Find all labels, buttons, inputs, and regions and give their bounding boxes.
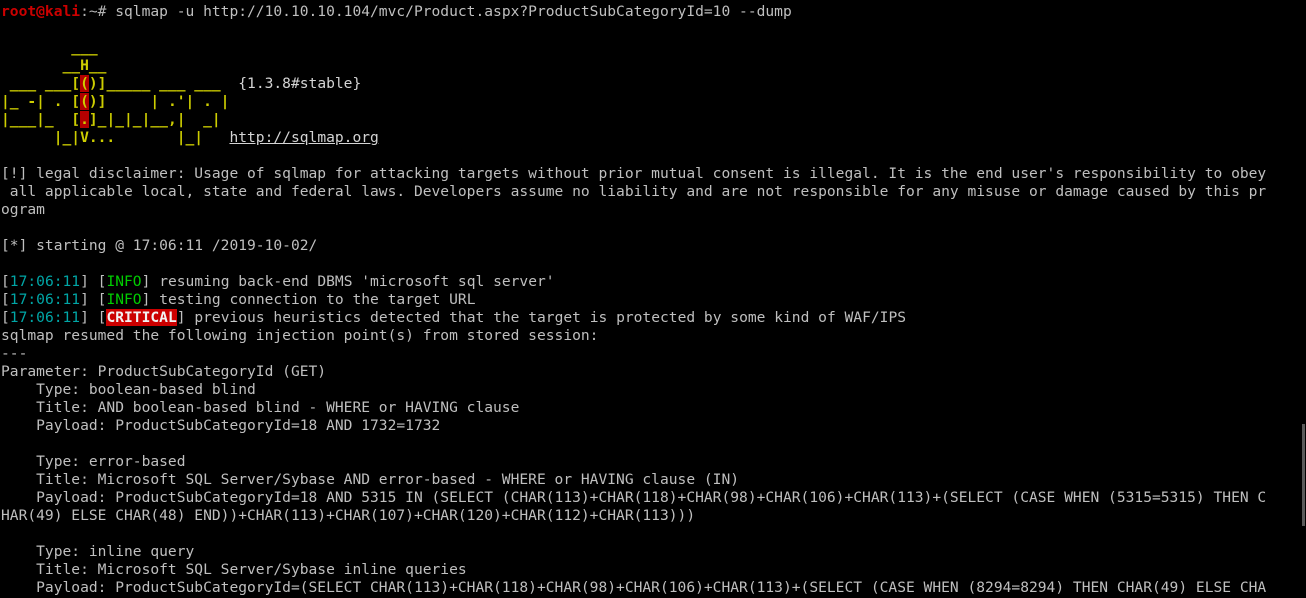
- injection-title: Title: Microsoft SQL Server/Sybase inlin…: [1, 561, 467, 578]
- log-message: resuming back-end DBMS 'microsoft sql se…: [150, 273, 555, 290]
- log-level-badge-critical: CRITICAL: [106, 309, 177, 326]
- sqlmap-url-link[interactable]: http://sqlmap.org: [229, 129, 378, 146]
- injection-type: Type: boolean-based blind: [1, 381, 256, 398]
- prompt-line: root@kali:~# sqlmap -u http://10.10.10.1…: [1, 3, 1306, 21]
- log-timestamp: 17:06:11: [9, 273, 81, 290]
- injection-type: Type: error-based: [1, 453, 186, 470]
- banner-line-5: |___|_ [.]_|_|_|__,| _|: [1, 111, 1306, 129]
- log-line-critical: [17:06:11] [CRITICAL] previous heuristic…: [1, 309, 907, 326]
- log-line-info-1: [17:06:11] [INFO] resuming back-end DBMS…: [1, 273, 555, 290]
- starting-line: [*] starting @ 17:06:11 /2019-10-02/: [1, 237, 318, 254]
- banner-accent-bar: (: [80, 75, 89, 92]
- scrollbar-track[interactable]: [1301, 0, 1306, 598]
- parameter-line: Parameter: ProductSubCategoryId (GET): [1, 363, 327, 380]
- banner-line-3-post: )]_____ ___ ___: [88, 75, 239, 92]
- injection-title: Title: AND boolean-based blind - WHERE o…: [1, 399, 520, 416]
- banner-line-5-pre: |___|_ [: [1, 111, 81, 128]
- banner-accent-bar-2: (: [80, 93, 89, 110]
- banner-line-2: __H__: [1, 57, 107, 74]
- log-line-info-2: [17:06:11] [INFO] testing connection to …: [1, 291, 476, 308]
- banner-line-4-post: )] | .'| . |: [88, 93, 230, 110]
- prompt-user-host: root@kali: [1, 3, 81, 20]
- legal-disclaimer-line-1: [!] legal disclaimer: Usage of sqlmap fo…: [1, 165, 1267, 182]
- banner-line-5-post: ]_|_|_|__,| _|: [88, 111, 221, 128]
- banner-line-6: |_|V... |_| http://sqlmap.org: [1, 129, 1306, 147]
- injection-title: Title: Microsoft SQL Server/Sybase AND e…: [1, 471, 740, 488]
- log-level-badge: INFO: [106, 291, 142, 308]
- banner-line-3: ___ ___[()]_____ ___ ___ {1.3.8#stable}: [1, 75, 1306, 93]
- log-level-badge: INFO: [106, 273, 142, 290]
- scrollbar-thumb[interactable]: [1302, 424, 1305, 526]
- injection-payload: Payload: ProductSubCategoryId=18 AND 531…: [1, 489, 1267, 506]
- separator-rule: ---: [1, 345, 28, 362]
- legal-disclaimer-line-3: ogram: [1, 201, 45, 218]
- injection-payload-wrap: HAR(49) ELSE CHAR(48) END))+CHAR(113)+CH…: [1, 507, 696, 524]
- banner-line-1: ___: [1, 39, 98, 56]
- resume-notice: sqlmap resumed the following injection p…: [1, 327, 599, 344]
- banner-version: {1.3.8#stable}: [238, 75, 362, 92]
- injection-payload: Payload: ProductSubCategoryId=18 AND 173…: [1, 417, 441, 434]
- log-message: previous heuristics detected that the ta…: [185, 309, 907, 326]
- legal-disclaimer-line-2: all applicable local, state and federal …: [1, 183, 1267, 200]
- log-message: testing connection to the target URL: [150, 291, 476, 308]
- banner-line-4: |_ -| . [()] | .'| . |: [1, 93, 1306, 111]
- banner-line-4-pre: |_ -| . [: [1, 93, 81, 110]
- log-timestamp: 17:06:11: [9, 291, 81, 308]
- prompt-path: :~#: [80, 3, 107, 20]
- banner-line-3-pre: ___ ___[: [1, 75, 81, 92]
- banner-line-6-pre: |_|V... |_|: [1, 129, 230, 146]
- injection-type: Type: inline query: [1, 543, 195, 560]
- injection-payload: Payload: ProductSubCategoryId=(SELECT CH…: [1, 579, 1267, 596]
- terminal-window[interactable]: root@kali:~# sqlmap -u http://10.10.10.1…: [0, 0, 1306, 598]
- log-timestamp: 17:06:11: [9, 309, 81, 326]
- banner-accent-bar-3: .: [80, 111, 89, 128]
- prompt-command: sqlmap -u http://10.10.10.104/mvc/Produc…: [106, 3, 792, 20]
